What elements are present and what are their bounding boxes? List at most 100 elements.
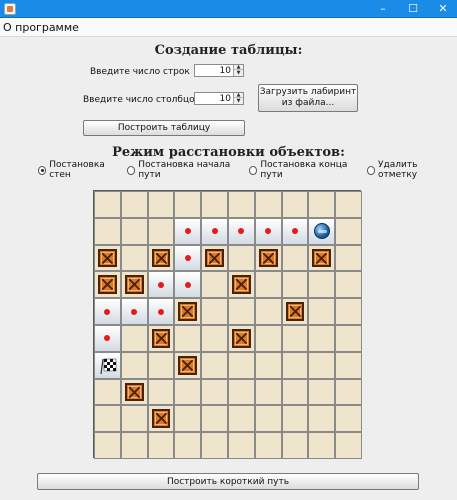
maze-cell[interactable] <box>227 271 255 299</box>
maze-cell[interactable] <box>94 378 121 406</box>
maze-cell[interactable] <box>174 298 202 325</box>
minimize-button[interactable]: – <box>368 0 398 18</box>
maze-cell[interactable] <box>174 271 202 299</box>
maze-cell[interactable] <box>335 351 362 379</box>
radio-indicator[interactable] <box>249 165 258 175</box>
maze-cell[interactable] <box>147 244 175 272</box>
maze-cell[interactable] <box>147 351 175 379</box>
maze-cell[interactable] <box>94 324 121 352</box>
maze-cell[interactable] <box>94 217 121 245</box>
maze-cell[interactable] <box>94 298 121 325</box>
maze-cell[interactable] <box>308 217 336 245</box>
maze-cell[interactable] <box>227 324 255 352</box>
maze-cell[interactable] <box>120 271 148 299</box>
maze-cell[interactable] <box>147 405 175 433</box>
maze-cell[interactable] <box>94 351 121 379</box>
maze-cell[interactable] <box>94 271 121 299</box>
maze-cell[interactable] <box>308 191 336 218</box>
maze-cell[interactable] <box>308 244 336 272</box>
maze-cell[interactable] <box>201 324 228 352</box>
maze-cell[interactable] <box>227 298 255 325</box>
maze-cell[interactable] <box>201 298 228 325</box>
radio-delete-mark[interactable]: Удалить отметку <box>366 160 450 180</box>
maze-cell[interactable] <box>281 217 309 245</box>
maze-cell[interactable] <box>281 432 309 459</box>
maze-cell[interactable] <box>335 324 362 352</box>
maze-cell[interactable] <box>227 351 255 379</box>
shortest-path-button[interactable]: Построить короткий путь <box>37 473 419 490</box>
maze-cell[interactable] <box>281 351 309 379</box>
maze-cell[interactable] <box>174 405 202 433</box>
maze-cell[interactable] <box>147 191 175 218</box>
maze-cell[interactable] <box>335 405 362 433</box>
maze-cell[interactable] <box>254 351 282 379</box>
maze-cell[interactable] <box>308 405 336 433</box>
maze-cell[interactable] <box>147 217 175 245</box>
radio-path-start[interactable]: Постановка начала пути <box>127 160 242 180</box>
maze-cell[interactable] <box>335 432 362 459</box>
maze-cell[interactable] <box>308 351 336 379</box>
maze-cell[interactable] <box>201 271 228 299</box>
maze-cell[interactable] <box>120 378 148 406</box>
load-maze-button[interactable]: Загрузить лабиринт из файла... <box>258 84 358 112</box>
close-button[interactable]: ✕ <box>428 0 457 18</box>
maximize-button[interactable]: ☐ <box>398 0 428 18</box>
maze-cell[interactable] <box>174 191 202 218</box>
maze-cell[interactable] <box>201 351 228 379</box>
maze-cell[interactable] <box>147 298 175 325</box>
maze-cell[interactable] <box>281 324 309 352</box>
maze-cell[interactable] <box>174 432 202 459</box>
maze-cell[interactable] <box>227 432 255 459</box>
maze-cell[interactable] <box>147 271 175 299</box>
maze-cell[interactable] <box>227 405 255 433</box>
maze-cell[interactable] <box>335 191 362 218</box>
maze-cell[interactable] <box>281 244 309 272</box>
maze-cell[interactable] <box>201 378 228 406</box>
maze-cell[interactable] <box>147 432 175 459</box>
maze-cell[interactable] <box>254 432 282 459</box>
cols-spinner[interactable]: 10 ▲ ▼ <box>194 92 244 105</box>
maze-cell[interactable] <box>308 324 336 352</box>
maze-cell[interactable] <box>120 244 148 272</box>
maze-cell[interactable] <box>174 244 202 272</box>
maze-cell[interactable] <box>201 191 228 218</box>
maze-cell[interactable] <box>254 271 282 299</box>
radio-indicator[interactable] <box>366 165 376 175</box>
cols-spinner-arrows[interactable]: ▲ ▼ <box>233 93 243 104</box>
maze-cell[interactable] <box>335 217 362 245</box>
maze-cell[interactable] <box>120 191 148 218</box>
maze-cell[interactable] <box>254 217 282 245</box>
maze-cell[interactable] <box>94 244 121 272</box>
maze-cell[interactable] <box>174 351 202 379</box>
maze-cell[interactable] <box>308 432 336 459</box>
maze-cell[interactable] <box>254 405 282 433</box>
maze-cell[interactable] <box>94 191 121 218</box>
spin-down-icon[interactable]: ▼ <box>234 71 243 76</box>
maze-cell[interactable] <box>120 324 148 352</box>
radio-indicator[interactable] <box>127 165 136 175</box>
maze-cell[interactable] <box>94 405 121 433</box>
maze-cell[interactable] <box>254 244 282 272</box>
radio-walls[interactable]: Постановка стен <box>38 160 120 180</box>
maze-cell[interactable] <box>227 191 255 218</box>
maze-cell[interactable] <box>147 324 175 352</box>
maze-cell[interactable] <box>308 298 336 325</box>
maze-cell[interactable] <box>174 378 202 406</box>
maze-cell[interactable] <box>335 378 362 406</box>
maze-cell[interactable] <box>281 191 309 218</box>
spin-down-icon[interactable]: ▼ <box>234 99 243 104</box>
maze-cell[interactable] <box>227 378 255 406</box>
maze-cell[interactable] <box>335 298 362 325</box>
maze-cell[interactable] <box>254 191 282 218</box>
maze-cell[interactable] <box>94 432 121 459</box>
maze-cell[interactable] <box>254 324 282 352</box>
maze-cell[interactable] <box>281 378 309 406</box>
maze-cell[interactable] <box>120 405 148 433</box>
maze-cell[interactable] <box>201 217 228 245</box>
maze-cell[interactable] <box>120 351 148 379</box>
maze-cell[interactable] <box>308 378 336 406</box>
rows-spinner[interactable]: 10 ▲ ▼ <box>194 64 244 77</box>
maze-cell[interactable] <box>120 432 148 459</box>
maze-cell[interactable] <box>174 217 202 245</box>
maze-cell[interactable] <box>201 432 228 459</box>
